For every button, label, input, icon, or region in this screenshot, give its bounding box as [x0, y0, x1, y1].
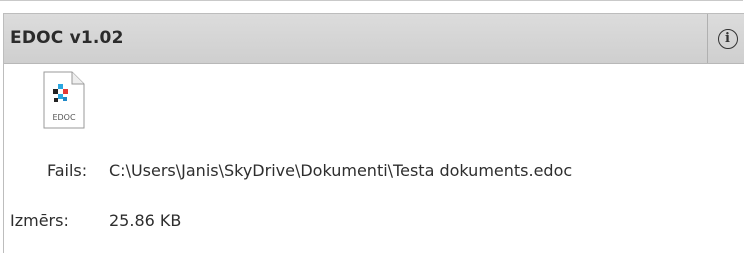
panel-header: EDOC v1.02 i — [4, 14, 744, 64]
panel-title: EDOC v1.02 — [10, 28, 124, 48]
file-label: Fails: — [47, 161, 88, 180]
size-label: Izmērs: — [10, 211, 69, 230]
file-path-value: C:\Users\Janis\SkyDrive\Dokumenti\Testa … — [109, 161, 573, 180]
info-button[interactable]: i — [707, 14, 744, 63]
info-icon: i — [717, 28, 738, 49]
edoc-icon-label: EDOC — [52, 113, 76, 122]
edoc-file-icon: EDOC — [43, 71, 85, 129]
size-value: 25.86 KB — [109, 211, 182, 230]
